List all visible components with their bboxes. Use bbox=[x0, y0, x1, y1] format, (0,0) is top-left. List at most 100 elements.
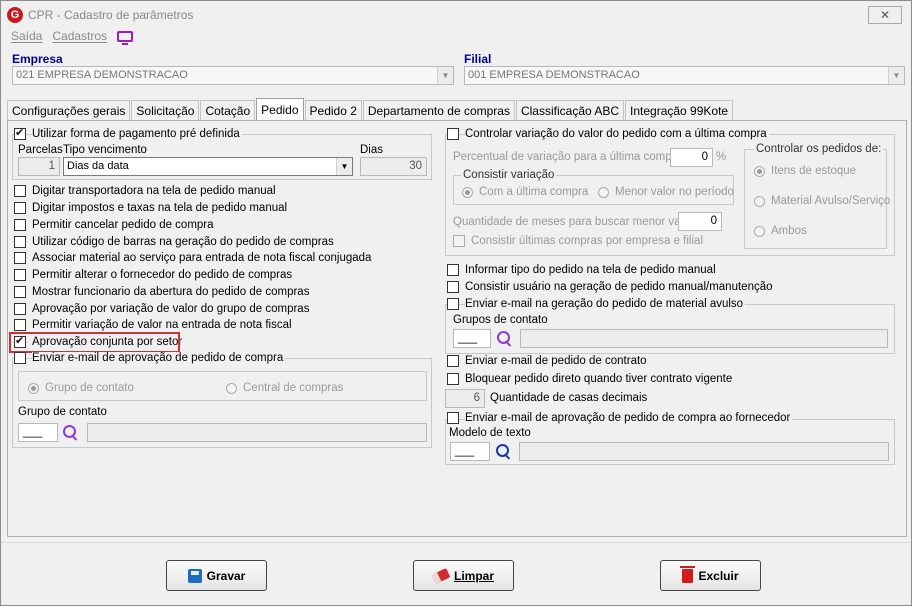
checkbox-unchecked-icon[interactable] bbox=[447, 298, 459, 310]
radio-unselected-icon[interactable] bbox=[226, 382, 237, 394]
gravar-button[interactable]: Gravar bbox=[166, 560, 267, 591]
option-permitir-variacao[interactable]: Permitir variação de valor na entrada de… bbox=[14, 319, 292, 331]
modelo-texto-label: Modelo de texto bbox=[449, 427, 531, 439]
radio-central-compras[interactable]: Central de compras bbox=[226, 382, 343, 394]
pagamento-checkbox[interactable]: Utilizar forma de pagamento pré definida bbox=[14, 126, 242, 140]
radio-ambos[interactable]: Ambos bbox=[754, 225, 807, 237]
tipo-vencimento-label: Tipo vencimento bbox=[63, 144, 147, 156]
chevron-down-icon[interactable]: ▼ bbox=[437, 67, 453, 84]
radio-selected-icon[interactable] bbox=[754, 165, 765, 177]
checkbox-unchecked-icon[interactable] bbox=[447, 412, 459, 424]
percentual-label: Percentual de variação para a última com… bbox=[453, 151, 682, 163]
checkbox-unchecked-icon[interactable] bbox=[447, 264, 459, 276]
checkbox-unchecked-icon[interactable] bbox=[447, 355, 459, 367]
variacao-checkbox[interactable]: Controlar variação do valor do pedido co… bbox=[447, 128, 769, 140]
checkbox-unchecked-icon[interactable] bbox=[14, 352, 26, 364]
percentual-field[interactable]: 0 bbox=[670, 148, 713, 167]
option-label: Digitar impostos e taxas na tela de pedi… bbox=[32, 202, 288, 214]
option-label: Utilizar código de barras na geração do … bbox=[32, 236, 334, 248]
grupos-contato-label: Grupos de contato bbox=[453, 314, 548, 326]
checkbox-unchecked-icon[interactable] bbox=[14, 269, 26, 281]
checkbox-unchecked-icon[interactable] bbox=[14, 303, 26, 315]
search-icon[interactable] bbox=[496, 330, 514, 348]
checkbox-unchecked-icon[interactable] bbox=[14, 202, 26, 214]
email-avulso-checkbox[interactable]: Enviar e-mail na geração do pedido de ma… bbox=[447, 298, 746, 310]
checkbox-checked-icon[interactable] bbox=[14, 126, 26, 140]
filial-select[interactable]: 001 EMPRESA DEMONSTRACAO ▼ bbox=[464, 66, 905, 85]
consistir-usuario-checkbox[interactable]: Consistir usuário na geração de pedido m… bbox=[447, 281, 773, 293]
email-aprovacao-checkbox[interactable]: Enviar e-mail de aprovação de pedido de … bbox=[14, 352, 286, 364]
checkbox-unchecked-icon[interactable] bbox=[453, 235, 465, 247]
radio-itens-estoque[interactable]: Itens de estoque bbox=[754, 165, 856, 177]
checkbox-unchecked-icon[interactable] bbox=[14, 319, 26, 331]
dias-label: Dias bbox=[360, 144, 384, 156]
meses-field[interactable]: 0 bbox=[678, 212, 722, 231]
tab-integracao-99kote[interactable]: Integração 99Kote bbox=[625, 100, 734, 120]
tab-pedido-2[interactable]: Pedido 2 bbox=[304, 100, 362, 120]
search-icon[interactable] bbox=[62, 424, 80, 442]
checkbox-unchecked-icon[interactable] bbox=[447, 373, 459, 385]
checkbox-unchecked-icon[interactable] bbox=[14, 286, 26, 298]
grupos-contato-desc bbox=[520, 329, 888, 348]
tab-cotacao[interactable]: Cotação bbox=[200, 100, 256, 120]
option-alterar-fornecedor[interactable]: Permitir alterar o fornecedor do pedido … bbox=[14, 269, 292, 281]
option-cancelar[interactable]: Permitir cancelar pedido de compra bbox=[14, 219, 214, 231]
tab-departamento-compras[interactable]: Departamento de compras bbox=[362, 100, 515, 120]
radio-selected-icon[interactable] bbox=[28, 382, 39, 394]
informar-tipo-checkbox[interactable]: Informar tipo do pedido na tela de pedid… bbox=[447, 264, 716, 276]
grupos-contato-code[interactable]: ___ bbox=[453, 329, 491, 348]
percent-sign: % bbox=[716, 151, 727, 163]
tab-configuracoes-gerais[interactable]: Configurações gerais bbox=[7, 100, 131, 120]
radio-unselected-icon[interactable] bbox=[754, 195, 765, 207]
close-button[interactable]: ✕ bbox=[868, 6, 902, 24]
checkbox-unchecked-icon[interactable] bbox=[14, 219, 26, 231]
menu-cadastros[interactable]: Cadastros bbox=[52, 29, 107, 43]
email-fornecedor-checkbox[interactable]: Enviar e-mail de aprovação de pedido de … bbox=[447, 412, 793, 424]
radio-ultima-compra[interactable]: Com a última compra bbox=[462, 186, 588, 198]
radio-grupo-contato[interactable]: Grupo de contato bbox=[28, 382, 134, 394]
search-icon[interactable] bbox=[495, 443, 513, 461]
save-icon bbox=[187, 568, 202, 583]
dias-field[interactable]: 30 bbox=[360, 157, 427, 176]
radio-menor-valor[interactable]: Menor valor no período bbox=[598, 186, 734, 198]
tab-pedido[interactable]: Pedido bbox=[256, 98, 304, 120]
checkbox-unchecked-icon[interactable] bbox=[447, 281, 459, 293]
tab-classificacao-abc[interactable]: Classificação ABC bbox=[515, 100, 625, 120]
chevron-down-icon[interactable]: ▼ bbox=[888, 67, 904, 84]
empresa-select[interactable]: 021 EMPRESA DEMONSTRACAO ▼ bbox=[12, 66, 454, 85]
menu-saida[interactable]: Saída bbox=[11, 29, 42, 43]
option-associar-material[interactable]: Associar material ao serviço para entrad… bbox=[14, 252, 371, 264]
checkbox-unchecked-icon[interactable] bbox=[14, 185, 26, 197]
radio-unselected-icon[interactable] bbox=[598, 186, 609, 198]
tipo-vencimento-select[interactable]: Dias da data ▼ bbox=[63, 157, 353, 176]
option-impostos[interactable]: Digitar impostos e taxas na tela de pedi… bbox=[14, 202, 287, 214]
option-transportadora[interactable]: Digitar transportadora na tela de pedido… bbox=[14, 185, 276, 197]
checkbox-unchecked-icon[interactable] bbox=[14, 236, 26, 248]
checkbox-unchecked-icon[interactable] bbox=[447, 128, 459, 140]
checkbox-unchecked-icon[interactable] bbox=[14, 252, 26, 264]
consistir-empresa-checkbox[interactable]: Consistir últimas compras por empresa e … bbox=[453, 235, 703, 247]
bloquear-checkbox[interactable]: Bloquear pedido direto quando tiver cont… bbox=[447, 373, 732, 385]
trash-icon bbox=[680, 565, 696, 583]
casas-decimais-field[interactable]: 6 bbox=[445, 389, 485, 408]
chevron-down-icon[interactable]: ▼ bbox=[336, 158, 352, 175]
grupo-contato-code[interactable]: ___ bbox=[18, 423, 58, 442]
excluir-button[interactable]: Excluir bbox=[660, 560, 761, 591]
option-aprovacao-variacao[interactable]: Aprovação por variação de valor do grupo… bbox=[14, 303, 309, 315]
informar-tipo-label: Informar tipo do pedido na tela de pedid… bbox=[465, 264, 716, 276]
filial-label: Filial bbox=[464, 52, 492, 66]
email-contrato-checkbox[interactable]: Enviar e-mail de pedido de contrato bbox=[447, 355, 647, 367]
radio-selected-icon[interactable] bbox=[462, 186, 473, 198]
monitor-icon[interactable] bbox=[117, 31, 134, 45]
radio-unselected-icon[interactable] bbox=[754, 225, 765, 237]
option-mostrar-funcionario[interactable]: Mostrar funcionario da abertura do pedid… bbox=[14, 286, 309, 298]
option-codigo-barras[interactable]: Utilizar código de barras na geração do … bbox=[14, 236, 334, 248]
radio-material-avulso[interactable]: Material Avulso/Serviço bbox=[754, 195, 890, 207]
modelo-texto-code[interactable]: ___ bbox=[450, 442, 490, 461]
limpar-button[interactable]: Limpar bbox=[413, 560, 514, 591]
divider bbox=[1, 542, 911, 543]
radio-label: Menor valor no período bbox=[615, 186, 734, 198]
parcelas-field[interactable]: 1 bbox=[18, 157, 60, 176]
tab-solicitacao[interactable]: Solicitação bbox=[131, 100, 200, 120]
radio-label: Material Avulso/Serviço bbox=[771, 195, 891, 207]
